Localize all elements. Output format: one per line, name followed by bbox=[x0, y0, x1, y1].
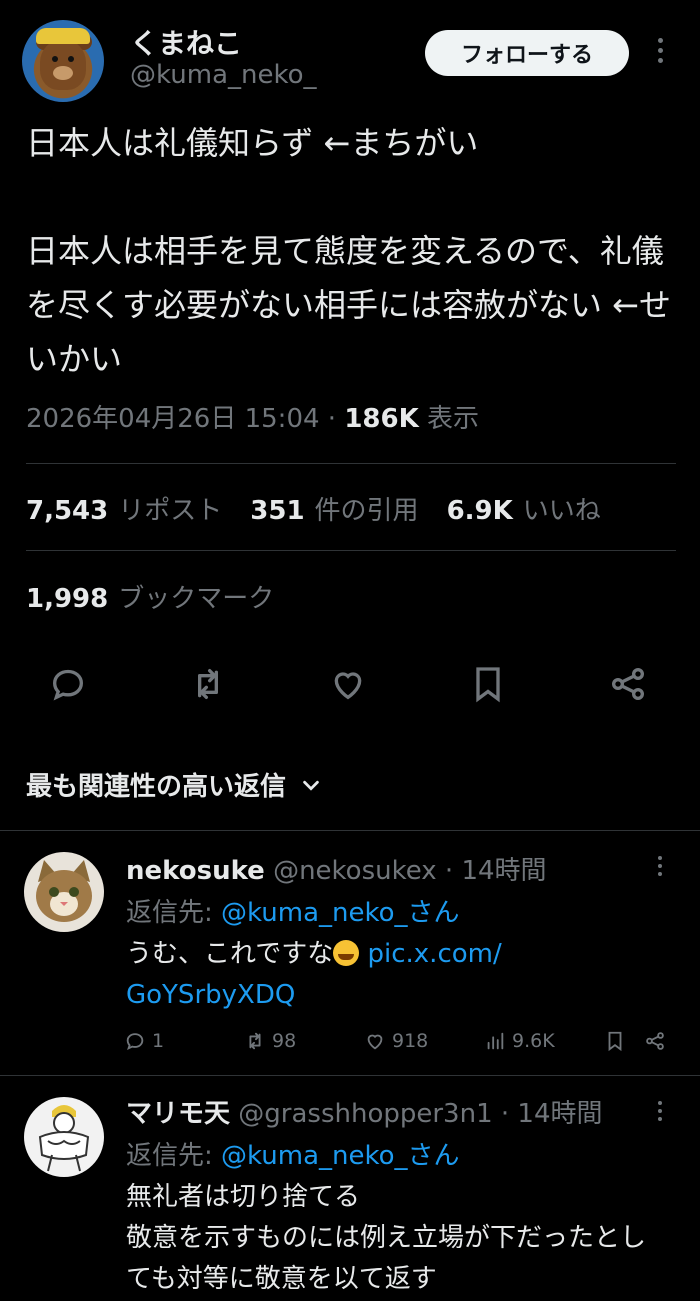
like-stat[interactable]: 6.9K いいね bbox=[447, 490, 601, 527]
view-label: 表示 bbox=[427, 404, 480, 434]
repost-stat[interactable]: 7,543 リポスト bbox=[26, 490, 222, 527]
reply-item[interactable]: マリモ天 @grasshhopper3n1 · 14時間 返信先: @kuma_… bbox=[0, 1075, 700, 1301]
reply-action-bar: 1 98 918 9.6K bbox=[0, 1030, 700, 1060]
reply-comment-action[interactable]: 1 bbox=[124, 1030, 164, 1052]
view-count: 9.6K bbox=[512, 1030, 555, 1052]
share-icon[interactable] bbox=[644, 1030, 666, 1052]
reply-text-body: うむ、これですな bbox=[126, 939, 334, 969]
reply-views-action[interactable]: 9.6K bbox=[484, 1030, 555, 1052]
reply-sort-selector[interactable]: 最も関連性の高い返信 bbox=[26, 766, 322, 803]
reply-author-name[interactable]: nekosuke bbox=[126, 856, 265, 886]
quote-count: 351 bbox=[250, 496, 305, 526]
comment-icon[interactable] bbox=[48, 664, 94, 710]
like-count: 918 bbox=[392, 1030, 429, 1052]
bookmark-icon[interactable] bbox=[604, 1030, 626, 1052]
reply-author-handle[interactable]: @nekosukex bbox=[273, 856, 437, 886]
bookmark-label: ブックマーク bbox=[118, 584, 275, 614]
bear-eye bbox=[68, 56, 74, 62]
reply-to-handle[interactable]: @kuma_neko_さん bbox=[221, 898, 460, 928]
reply-header: マリモ天 @grasshhopper3n1 · 14時間 bbox=[126, 1093, 603, 1130]
more-icon[interactable] bbox=[654, 856, 666, 882]
reply-time[interactable]: 14時間 bbox=[461, 856, 546, 886]
like-label: いいね bbox=[522, 496, 601, 526]
reply-to-prefix: 返信先: bbox=[126, 1141, 213, 1171]
reply-text: うむ、これですな pic.x.com/ GoYSrbyXDQ bbox=[126, 934, 666, 1016]
reply-author-name[interactable]: マリモ天 bbox=[126, 1099, 230, 1129]
avatar[interactable] bbox=[24, 1097, 104, 1177]
tweet-date[interactable]: 2026年04月26日 15:04 bbox=[26, 404, 320, 434]
reply-to-handle[interactable]: @kuma_neko_さん bbox=[221, 1141, 460, 1171]
share-icon[interactable] bbox=[608, 664, 654, 710]
reply-to: 返信先: @kuma_neko_さん bbox=[126, 1135, 460, 1172]
tweet-text: 日本人は礼儀知らず ←まちがい 日本人は相手を見て態度を変えるので、礼儀を尽くす… bbox=[26, 124, 671, 378]
reply-item[interactable]: nekosuke @nekosukex · 14時間 返信先: @kuma_ne… bbox=[0, 830, 700, 1075]
repost-count: 7,543 bbox=[26, 496, 109, 526]
divider bbox=[26, 550, 676, 551]
heart-icon bbox=[367, 1034, 383, 1050]
repost-icon[interactable] bbox=[188, 664, 234, 710]
tweet-header: くまねこ @kuma_neko_ フォローする bbox=[0, 0, 700, 110]
more-icon[interactable] bbox=[654, 1101, 666, 1127]
views-icon bbox=[487, 1032, 504, 1050]
meta-separator: · bbox=[492, 1099, 518, 1129]
reply-to: 返信先: @kuma_neko_さん bbox=[126, 892, 460, 929]
reply-time[interactable]: 14時間 bbox=[517, 1099, 602, 1129]
divider bbox=[26, 463, 676, 464]
tweet-action-bar bbox=[0, 664, 700, 714]
tweet-detail-page: くまねこ @kuma_neko_ フォローする 日本人は礼儀知らず ←まちがい … bbox=[0, 0, 700, 1301]
rofl-emoji-icon bbox=[333, 940, 360, 966]
reply-text: 無礼者は切り捨てる 敬意を示すものには例え立場が下だったとしても対等に敬意を以て… bbox=[126, 1182, 647, 1294]
engagement-stats: 7,543 リポスト 351 件の引用 6.9K いいね bbox=[26, 490, 601, 527]
meta-separator: · bbox=[436, 856, 462, 886]
like-count: 6.9K bbox=[446, 496, 513, 526]
follow-button[interactable]: フォローする bbox=[425, 30, 629, 76]
comment-count: 1 bbox=[152, 1030, 165, 1052]
more-icon[interactable] bbox=[652, 38, 668, 70]
comment-icon bbox=[126, 1033, 144, 1051]
meta-separator: · bbox=[327, 404, 345, 434]
repost-count: 98 bbox=[272, 1030, 297, 1052]
bear-eye bbox=[52, 56, 58, 62]
chevron-down-icon bbox=[303, 780, 319, 791]
display-name[interactable]: くまねこ bbox=[130, 22, 242, 62]
avatar[interactable] bbox=[24, 852, 104, 932]
user-handle[interactable]: @kuma_neko_ bbox=[130, 60, 317, 90]
reply-repost-action[interactable]: 98 bbox=[244, 1030, 296, 1052]
bear-cap bbox=[36, 28, 90, 44]
bear-face bbox=[40, 40, 86, 90]
avatar[interactable] bbox=[22, 20, 104, 102]
repost-label: リポスト bbox=[118, 496, 223, 526]
reply-like-action[interactable]: 918 bbox=[364, 1030, 428, 1052]
bookmark-count: 1,998 bbox=[26, 584, 109, 614]
bookmark-icon[interactable] bbox=[468, 664, 514, 710]
bookmark-stat[interactable]: 1,998 ブックマーク bbox=[26, 578, 274, 615]
bear-snout bbox=[53, 66, 73, 80]
reply-header: nekosuke @nekosukex · 14時間 bbox=[126, 850, 547, 887]
repost-icon bbox=[249, 1032, 261, 1050]
reply-to-prefix: 返信先: bbox=[126, 898, 213, 928]
reply-author-handle[interactable]: @grasshhopper3n1 bbox=[238, 1099, 492, 1129]
reply-sort-label: 最も関連性の高い返信 bbox=[26, 772, 287, 802]
quote-label: 件の引用 bbox=[314, 496, 419, 526]
heart-icon[interactable] bbox=[328, 664, 374, 710]
tweet-meta: 2026年04月26日 15:04 · 186K 表示 bbox=[26, 398, 479, 435]
quote-stat[interactable]: 351 件の引用 bbox=[250, 490, 418, 527]
view-count: 186K bbox=[344, 404, 419, 434]
